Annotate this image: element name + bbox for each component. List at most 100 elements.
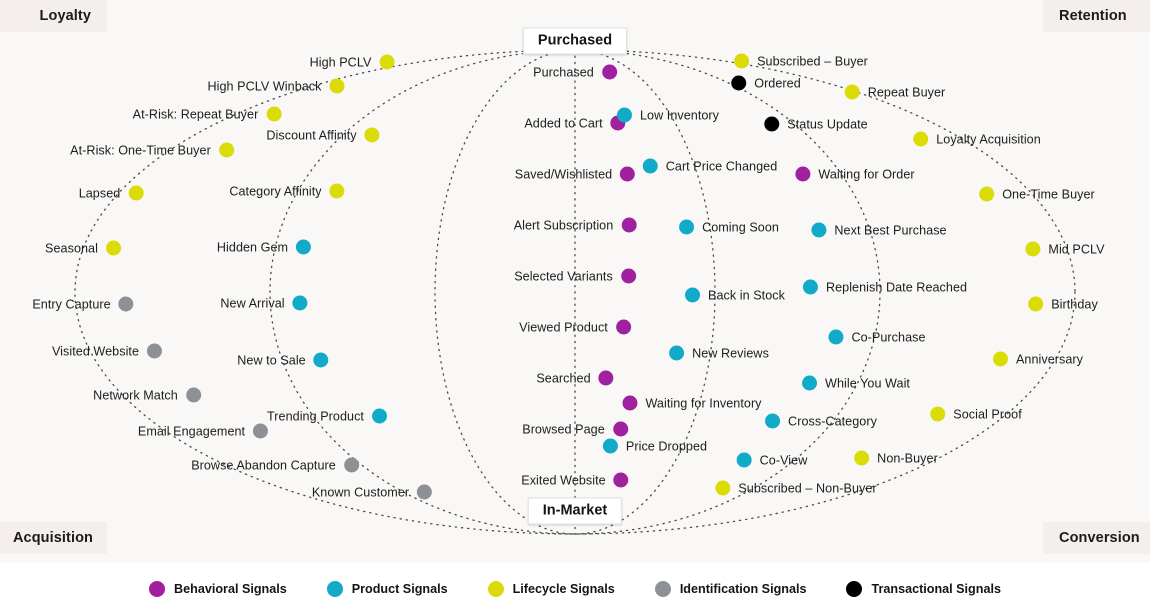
signal-node[interactable]: Entry Capture bbox=[32, 296, 134, 312]
signal-node-label: Exited Website bbox=[521, 473, 606, 487]
signal-node-label: Trending Product bbox=[267, 409, 364, 423]
signal-node[interactable]: Back in Stock bbox=[685, 287, 785, 303]
signal-node[interactable]: Seasonal bbox=[45, 240, 121, 256]
signal-node[interactable]: Lapsed bbox=[79, 185, 144, 201]
circle-icon bbox=[329, 78, 345, 94]
signal-node-label: Subscribed – Buyer bbox=[757, 54, 868, 68]
signal-node[interactable]: Purchased bbox=[533, 64, 617, 80]
signal-node[interactable]: Browsed Page bbox=[522, 421, 628, 437]
circle-icon bbox=[601, 64, 617, 80]
circle-icon bbox=[364, 127, 380, 143]
signal-node[interactable]: Viewed Product bbox=[519, 319, 631, 335]
corner-label-loyalty: Loyalty bbox=[0, 0, 107, 32]
signal-node-label: Hidden Gem bbox=[216, 240, 289, 254]
signal-node[interactable]: High PCLV Winback bbox=[207, 78, 345, 94]
signal-node[interactable]: Saved/Wishlisted bbox=[515, 166, 636, 182]
legend-item-lifecycle[interactable]: Lifecycle Signals bbox=[487, 581, 615, 597]
signal-node-label: Co-View bbox=[759, 453, 808, 467]
legend-item-product[interactable]: Product Signals bbox=[326, 581, 448, 597]
signal-node[interactable]: Visited Website bbox=[52, 343, 163, 359]
circle-icon bbox=[185, 387, 201, 403]
signal-node[interactable]: Category Affinity bbox=[229, 183, 345, 199]
signal-node[interactable]: Anniversary bbox=[992, 351, 1083, 367]
signal-node[interactable]: Mid PCLV bbox=[1025, 241, 1105, 257]
signal-node[interactable]: Added to Cart bbox=[524, 115, 626, 131]
signal-node-label: Discount Affinity bbox=[266, 128, 357, 142]
signal-node[interactable]: Coming Soon bbox=[679, 219, 779, 235]
circle-icon bbox=[811, 222, 827, 238]
signal-node[interactable]: Searched bbox=[536, 370, 614, 386]
signal-node[interactable]: Next Best Purchase bbox=[811, 222, 947, 238]
signal-node-label: Cart Price Changed bbox=[665, 159, 778, 173]
circle-icon bbox=[326, 581, 343, 597]
circle-icon bbox=[802, 375, 818, 391]
signal-node[interactable]: High PCLV bbox=[310, 54, 395, 70]
signal-node-label: Co-Purchase bbox=[851, 330, 926, 344]
corner-label-retention-text: Retention bbox=[1059, 8, 1127, 24]
legend-item-behavioral[interactable]: Behavioral Signals bbox=[149, 581, 287, 597]
circle-icon bbox=[313, 352, 329, 368]
signal-node[interactable]: Discount Affinity bbox=[266, 127, 380, 143]
signal-node[interactable]: At-Risk: Repeat Buyer bbox=[132, 106, 282, 122]
signal-node[interactable]: At-Risk: One-Time Buyer bbox=[70, 142, 234, 158]
axis-label-purchased-text: Purchased bbox=[537, 32, 613, 49]
corner-label-loyalty-text: Loyalty bbox=[39, 8, 91, 24]
signal-node-label: Repeat Buyer bbox=[867, 85, 946, 99]
signal-node[interactable]: Email Engagement bbox=[138, 423, 269, 439]
signal-node-label: Status Update bbox=[787, 117, 868, 131]
signal-node-label: Browse Abandon Capture bbox=[191, 458, 336, 472]
signal-node-label: Coming Soon bbox=[702, 220, 779, 234]
signal-node[interactable]: New to Sale bbox=[237, 352, 329, 368]
signal-node-label: Price Dropped bbox=[625, 439, 708, 453]
signal-node[interactable]: Network Match bbox=[93, 387, 201, 403]
signal-node[interactable]: Waiting for Order bbox=[795, 166, 915, 182]
circle-icon bbox=[679, 219, 695, 235]
circle-icon bbox=[765, 413, 781, 429]
signal-node[interactable]: Co-View bbox=[736, 452, 808, 468]
signal-node[interactable]: Price Dropped bbox=[602, 438, 708, 454]
circle-icon bbox=[736, 452, 752, 468]
legend-item-label: Transactional Signals bbox=[871, 582, 1001, 596]
signal-node[interactable]: New Reviews bbox=[669, 345, 769, 361]
signal-node[interactable]: Co-Purchase bbox=[828, 329, 926, 345]
signal-node[interactable]: Subscribed – Buyer bbox=[734, 53, 868, 69]
signal-node[interactable]: Status Update bbox=[764, 116, 868, 132]
signal-node[interactable]: Ordered bbox=[731, 75, 801, 91]
signal-node[interactable]: Cross-Category bbox=[765, 413, 877, 429]
signal-node-label: Searched bbox=[536, 371, 591, 385]
legend-item-identification[interactable]: Identification Signals bbox=[654, 581, 806, 597]
circle-icon bbox=[620, 268, 636, 284]
circle-icon bbox=[598, 370, 614, 386]
signal-node[interactable]: Known Customer bbox=[312, 484, 433, 500]
signal-node[interactable]: Selected Variants bbox=[514, 268, 636, 284]
signal-node[interactable]: Waiting for Inventory bbox=[622, 395, 761, 411]
signal-node[interactable]: Alert Subscription bbox=[514, 217, 637, 233]
signal-node-label: Seasonal bbox=[45, 241, 98, 255]
signal-node[interactable]: Hidden Gem bbox=[216, 239, 312, 255]
signal-node-label: At-Risk: Repeat Buyer bbox=[132, 107, 259, 121]
signal-node-label: New to Sale bbox=[237, 353, 306, 367]
signal-node[interactable]: Replenish Date Reached bbox=[802, 279, 967, 295]
signal-node[interactable]: One-Time Buyer bbox=[979, 186, 1095, 202]
signal-node[interactable]: Repeat Buyer bbox=[844, 84, 946, 100]
signal-node[interactable]: Browse Abandon Capture bbox=[191, 457, 359, 473]
signal-node[interactable]: Social Proof bbox=[930, 406, 1022, 422]
circle-icon bbox=[612, 421, 628, 437]
circle-icon bbox=[266, 106, 282, 122]
signal-node[interactable]: Trending Product bbox=[267, 408, 387, 424]
circle-icon bbox=[329, 183, 345, 199]
signal-node[interactable]: Cart Price Changed bbox=[642, 158, 778, 174]
signal-node[interactable]: Non-Buyer bbox=[854, 450, 938, 466]
circle-icon bbox=[621, 217, 637, 233]
signal-node[interactable]: While You Wait bbox=[802, 375, 910, 391]
signal-node[interactable]: Loyalty Acquisition bbox=[913, 131, 1041, 147]
legend-item-transactional[interactable]: Transactional Signals bbox=[846, 581, 1001, 597]
signal-node[interactable]: Birthday bbox=[1028, 296, 1098, 312]
signal-node[interactable]: Subscribed – Non-Buyer bbox=[715, 480, 877, 496]
signal-node[interactable]: New Arrival bbox=[220, 295, 308, 311]
signal-node[interactable]: Low Inventory bbox=[616, 107, 719, 123]
circle-icon bbox=[620, 166, 636, 182]
signal-node-label: Added to Cart bbox=[524, 116, 603, 130]
circle-icon bbox=[1028, 296, 1044, 312]
signal-node[interactable]: Exited Website bbox=[521, 472, 629, 488]
